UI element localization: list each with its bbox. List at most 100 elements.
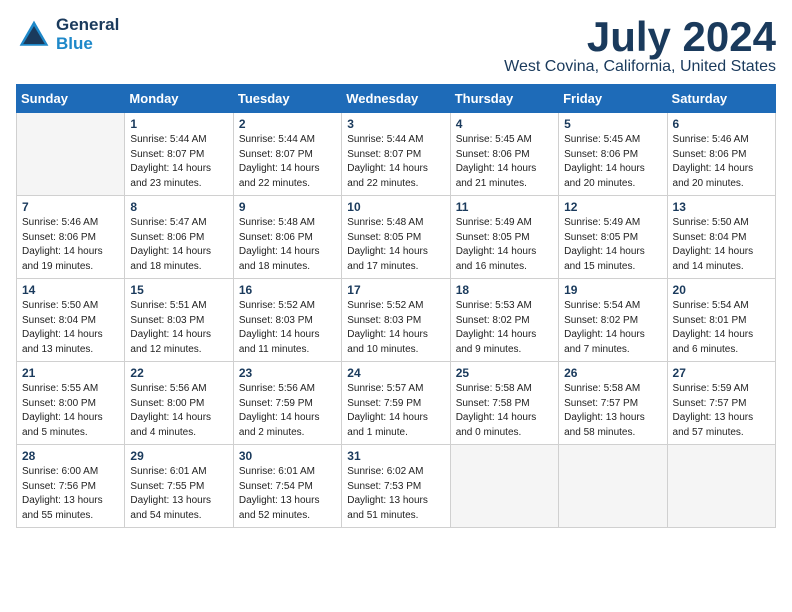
day-info: Sunrise: 5:48 AM Sunset: 8:05 PM Dayligh… [347, 216, 444, 274]
calendar-day-cell: 19Sunrise: 5:54 AM Sunset: 8:02 PM Dayli… [559, 279, 667, 362]
calendar-day-cell: 10 Sunrise: 5:48 AM Sunset: 8:05 PM Dayli… [342, 196, 450, 279]
day-info: Sunrise: 5:44 AM Sunset: 8:07 PM Dayligh… [130, 133, 227, 191]
calendar-day-cell: 20 Sunrise: 5:54 AM Sunset: 8:01 PM Dayli… [667, 279, 775, 362]
day-info: Sunrise: 5:44 AM Sunset: 8:07 PM Dayligh… [347, 133, 444, 191]
day-info: Sunrise: 5:48 AM Sunset: 8:06 PM Dayligh… [239, 216, 336, 274]
calendar-week-row: 21 Sunrise: 5:55 AM Sunset: 8:00 PM Dayli… [17, 362, 776, 445]
calendar-day-cell: 16 Sunrise: 5:52 AM Sunset: 8:03 PM Dayli… [233, 279, 341, 362]
day-number: 21 [22, 366, 119, 380]
calendar-day-cell: 4Sunrise: 5:45 AM Sunset: 8:06 PM Daylig… [450, 113, 558, 196]
day-of-week-header: Friday [559, 85, 667, 113]
day-info: Sunrise: 5:47 AM Sunset: 8:06 PM Dayligh… [130, 216, 227, 274]
calendar-day-cell: 23 Sunrise: 5:56 AM Sunset: 7:59 PM Dayli… [233, 362, 341, 445]
calendar-day-cell: 22 Sunrise: 5:56 AM Sunset: 8:00 PM Dayli… [125, 362, 233, 445]
day-info: Sunrise: 5:52 AM Sunset: 8:03 PM Dayligh… [347, 299, 444, 357]
calendar-week-row: 7Sunrise: 5:46 AM Sunset: 8:06 PM Daylig… [17, 196, 776, 279]
logo: General Blue [16, 16, 119, 53]
day-info: Sunrise: 5:59 AM Sunset: 7:57 PM Dayligh… [673, 382, 770, 440]
calendar-table: SundayMondayTuesdayWednesdayThursdayFrid… [16, 84, 776, 528]
calendar-day-cell: 24 Sunrise: 5:57 AM Sunset: 7:59 PM Dayli… [342, 362, 450, 445]
day-info: Sunrise: 5:56 AM Sunset: 7:59 PM Dayligh… [239, 382, 336, 440]
day-number: 22 [130, 366, 227, 380]
calendar-week-row: 14Sunrise: 5:50 AM Sunset: 8:04 PM Dayli… [17, 279, 776, 362]
calendar-day-cell: 2 Sunrise: 5:44 AM Sunset: 8:07 PM Daylig… [233, 113, 341, 196]
title-section: July 2024 West Covina, California, Unite… [504, 16, 776, 76]
calendar-day-cell: 18 Sunrise: 5:53 AM Sunset: 8:02 PM Dayli… [450, 279, 558, 362]
day-number: 24 [347, 366, 444, 380]
day-number: 3 [347, 117, 444, 131]
day-info: Sunrise: 5:54 AM Sunset: 8:01 PM Dayligh… [673, 299, 770, 357]
calendar-day-cell: 15 Sunrise: 5:51 AM Sunset: 8:03 PM Dayli… [125, 279, 233, 362]
calendar-day-cell: 25Sunrise: 5:58 AM Sunset: 7:58 PM Dayli… [450, 362, 558, 445]
calendar-header-row: SundayMondayTuesdayWednesdayThursdayFrid… [17, 85, 776, 113]
calendar-day-cell [17, 113, 125, 196]
calendar-day-cell [559, 445, 667, 528]
day-number: 29 [130, 449, 227, 463]
day-info: Sunrise: 5:53 AM Sunset: 8:02 PM Dayligh… [456, 299, 553, 357]
day-info: Sunrise: 6:02 AM Sunset: 7:53 PM Dayligh… [347, 465, 444, 523]
day-info: Sunrise: 5:46 AM Sunset: 8:06 PM Dayligh… [673, 133, 770, 191]
logo-text: General Blue [56, 16, 119, 53]
calendar-day-cell: 30 Sunrise: 6:01 AM Sunset: 7:54 PM Dayli… [233, 445, 341, 528]
calendar-day-cell: 14Sunrise: 5:50 AM Sunset: 8:04 PM Dayli… [17, 279, 125, 362]
day-info: Sunrise: 5:49 AM Sunset: 8:05 PM Dayligh… [456, 216, 553, 274]
day-number: 2 [239, 117, 336, 131]
day-of-week-header: Sunday [17, 85, 125, 113]
day-info: Sunrise: 5:44 AM Sunset: 8:07 PM Dayligh… [239, 133, 336, 191]
day-info: Sunrise: 6:00 AM Sunset: 7:56 PM Dayligh… [22, 465, 119, 523]
day-number: 15 [130, 283, 227, 297]
day-number: 14 [22, 283, 119, 297]
calendar-day-cell: 31 Sunrise: 6:02 AM Sunset: 7:53 PM Dayli… [342, 445, 450, 528]
calendar-day-cell [450, 445, 558, 528]
day-number: 31 [347, 449, 444, 463]
day-info: Sunrise: 6:01 AM Sunset: 7:54 PM Dayligh… [239, 465, 336, 523]
day-number: 23 [239, 366, 336, 380]
day-info: Sunrise: 5:50 AM Sunset: 8:04 PM Dayligh… [673, 216, 770, 274]
calendar-day-cell: 11 Sunrise: 5:49 AM Sunset: 8:05 PM Dayli… [450, 196, 558, 279]
day-number: 18 [456, 283, 553, 297]
day-number: 19 [564, 283, 661, 297]
calendar-day-cell: 29 Sunrise: 6:01 AM Sunset: 7:55 PM Dayli… [125, 445, 233, 528]
calendar-day-cell: 7Sunrise: 5:46 AM Sunset: 8:06 PM Daylig… [17, 196, 125, 279]
calendar-day-cell: 17 Sunrise: 5:52 AM Sunset: 8:03 PM Dayli… [342, 279, 450, 362]
day-of-week-header: Saturday [667, 85, 775, 113]
day-number: 6 [673, 117, 770, 131]
day-info: Sunrise: 6:01 AM Sunset: 7:55 PM Dayligh… [130, 465, 227, 523]
day-info: Sunrise: 5:55 AM Sunset: 8:00 PM Dayligh… [22, 382, 119, 440]
day-info: Sunrise: 5:52 AM Sunset: 8:03 PM Dayligh… [239, 299, 336, 357]
calendar-day-cell: 13 Sunrise: 5:50 AM Sunset: 8:04 PM Dayli… [667, 196, 775, 279]
day-number: 5 [564, 117, 661, 131]
day-info: Sunrise: 5:49 AM Sunset: 8:05 PM Dayligh… [564, 216, 661, 274]
month-title: July 2024 [504, 16, 776, 58]
day-info: Sunrise: 5:56 AM Sunset: 8:00 PM Dayligh… [130, 382, 227, 440]
day-of-week-header: Monday [125, 85, 233, 113]
day-of-week-header: Thursday [450, 85, 558, 113]
location: West Covina, California, United States [504, 58, 776, 76]
calendar-week-row: 1Sunrise: 5:44 AM Sunset: 8:07 PM Daylig… [17, 113, 776, 196]
day-number: 11 [456, 200, 553, 214]
calendar-day-cell: 28 Sunrise: 6:00 AM Sunset: 7:56 PM Dayli… [17, 445, 125, 528]
day-info: Sunrise: 5:51 AM Sunset: 8:03 PM Dayligh… [130, 299, 227, 357]
day-number: 13 [673, 200, 770, 214]
day-info: Sunrise: 5:57 AM Sunset: 7:59 PM Dayligh… [347, 382, 444, 440]
day-number: 17 [347, 283, 444, 297]
day-number: 20 [673, 283, 770, 297]
day-number: 9 [239, 200, 336, 214]
day-info: Sunrise: 5:58 AM Sunset: 7:58 PM Dayligh… [456, 382, 553, 440]
day-of-week-header: Wednesday [342, 85, 450, 113]
day-number: 28 [22, 449, 119, 463]
calendar-day-cell: 8 Sunrise: 5:47 AM Sunset: 8:06 PM Daylig… [125, 196, 233, 279]
day-number: 8 [130, 200, 227, 214]
page-header: General Blue July 2024 West Covina, Cali… [16, 16, 776, 76]
day-number: 4 [456, 117, 553, 131]
day-number: 30 [239, 449, 336, 463]
calendar-day-cell: 12Sunrise: 5:49 AM Sunset: 8:05 PM Dayli… [559, 196, 667, 279]
day-number: 10 [347, 200, 444, 214]
day-number: 7 [22, 200, 119, 214]
calendar-day-cell: 1Sunrise: 5:44 AM Sunset: 8:07 PM Daylig… [125, 113, 233, 196]
day-info: Sunrise: 5:45 AM Sunset: 8:06 PM Dayligh… [564, 133, 661, 191]
calendar-day-cell: 6 Sunrise: 5:46 AM Sunset: 8:06 PM Daylig… [667, 113, 775, 196]
day-number: 16 [239, 283, 336, 297]
calendar-day-cell: 27Sunrise: 5:59 AM Sunset: 7:57 PM Dayli… [667, 362, 775, 445]
calendar-week-row: 28 Sunrise: 6:00 AM Sunset: 7:56 PM Dayli… [17, 445, 776, 528]
